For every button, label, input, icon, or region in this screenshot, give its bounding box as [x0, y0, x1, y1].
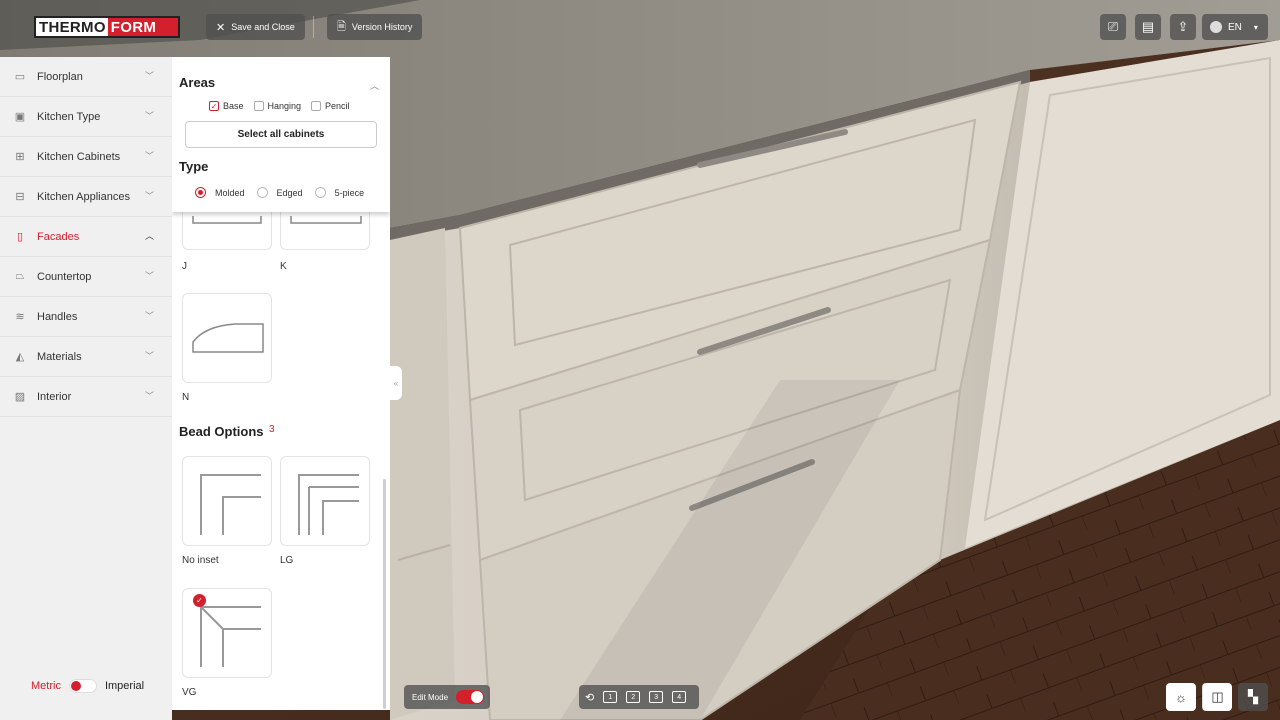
radio-selected-icon — [195, 187, 206, 198]
toggle-knob — [70, 681, 81, 691]
sidebar-item-facades[interactable]: ▯ Facades ︿ — [0, 217, 172, 257]
areas-checkboxes: ✓ Base Hanging Pencil — [209, 101, 350, 111]
profile-tile-n[interactable] — [182, 293, 272, 383]
version-history-button[interactable]: 🗎 Version History — [327, 14, 423, 40]
chevron-down-icon: ﹀ — [144, 351, 154, 361]
floorplan-icon: ▭ — [14, 71, 26, 83]
language-selector[interactable]: EN ▾ — [1202, 14, 1268, 40]
thermoform-logo: THERMO FORM — [34, 16, 180, 38]
camera-icon[interactable]: ⎚ — [1100, 14, 1126, 40]
view-button-4[interactable]: 4 — [672, 691, 687, 703]
toolbar-divider — [313, 16, 314, 38]
chevron-down-icon: ﹀ — [144, 391, 154, 401]
kitchen-type-icon: ▣ — [14, 111, 26, 123]
radio-edged[interactable]: Edged — [256, 187, 303, 198]
checkbox-hanging[interactable]: Hanging — [253, 101, 301, 111]
orbit-icon[interactable]: ⟲ — [585, 691, 594, 704]
materials-icon: ◭ — [15, 351, 25, 363]
handles-icon: ≋ — [15, 311, 25, 323]
checkbox-empty-icon — [253, 101, 264, 111]
view-button-3[interactable]: 3 — [649, 691, 664, 703]
panel-sticky-header: Areas ︿ ✓ Base Hanging Pencil Select all… — [172, 57, 390, 212]
radio-empty-icon — [314, 187, 326, 198]
appliances-icon: ⊟ — [15, 191, 25, 203]
profile-n-thumbnail — [192, 323, 264, 353]
view-button-2[interactable]: 2 — [626, 691, 641, 703]
history-icon: 🗎 — [337, 20, 346, 33]
switch-knob — [471, 691, 484, 703]
bead-tile-lg[interactable] — [280, 456, 370, 546]
chevron-up-icon[interactable]: ︿ — [370, 79, 379, 92]
bead-options-title: Bead Options — [179, 424, 264, 439]
view-switcher: ⟲ 1 2 3 4 — [579, 685, 699, 709]
profile-label-j: J — [182, 261, 187, 272]
cabinets-icon: ⊞ — [15, 151, 25, 163]
sidebar-item-interior[interactable]: ▨ Interior ﹀ — [0, 377, 172, 417]
chevron-down-icon: ﹀ — [144, 271, 154, 281]
sidebar-item-floorplan[interactable]: ▭ Floorplan ﹀ — [0, 57, 172, 97]
bead-options-count-badge: 3 — [269, 424, 275, 435]
chevron-down-icon: ▾ — [1253, 22, 1258, 32]
facade-options-panel: J K N Bead Options 3 No inset LG ✓ VG Ar… — [172, 57, 390, 710]
close-icon: ✕ — [216, 21, 226, 34]
sidebar-item-handles[interactable]: ≋ Handles ﹀ — [0, 297, 172, 337]
areas-title: Areas — [179, 75, 216, 90]
chevron-down-icon: ﹀ — [144, 111, 154, 121]
sidebar: ▭ Floorplan ﹀ ▣ Kitchen Type ﹀ ⊞ Kitchen… — [0, 57, 172, 720]
units-toggle-group: Metric Imperial — [31, 679, 144, 693]
radio-empty-icon — [256, 187, 268, 198]
chevron-down-icon: ﹀ — [144, 71, 154, 81]
bead-no-inset-thumbnail — [200, 474, 261, 535]
edit-mode-toggle-group: Edit Mode — [404, 685, 490, 709]
bead-label-no-inset: No inset — [182, 555, 219, 566]
metric-label[interactable]: Metric — [31, 680, 61, 692]
3d-view-icon[interactable]: ◫ — [1202, 683, 1232, 711]
panel-scrollbar[interactable] — [383, 479, 386, 709]
globe-icon — [1210, 21, 1222, 33]
profile-label-k: K — [280, 261, 287, 272]
imperial-label[interactable]: Imperial — [105, 680, 144, 692]
lighting-icon[interactable]: ☼ — [1166, 683, 1196, 711]
select-all-cabinets-button[interactable]: Select all cabinets — [185, 121, 377, 148]
chevron-up-icon: ︿ — [144, 231, 154, 241]
upload-icon[interactable]: ⇪ — [1170, 14, 1196, 40]
sidebar-item-kitchen-type[interactable]: ▣ Kitchen Type ﹀ — [0, 97, 172, 137]
radio-molded[interactable]: Molded — [195, 187, 245, 198]
units-toggle[interactable] — [68, 679, 97, 693]
type-radio-group: Molded Edged 5-piece — [195, 187, 364, 198]
checkbox-base[interactable]: ✓ Base — [209, 101, 244, 111]
countertop-icon: ⏢ — [15, 270, 25, 282]
facades-icon: ▯ — [16, 231, 24, 243]
view-button-1[interactable]: 1 — [603, 691, 618, 703]
type-title: Type — [179, 159, 209, 174]
bead-label-vg: VG — [182, 687, 197, 698]
save-and-close-button[interactable]: ✕ Save and Close — [206, 14, 305, 40]
floorplan-view-icon[interactable]: ▚ — [1238, 683, 1268, 711]
edit-mode-switch[interactable] — [456, 690, 485, 704]
bead-tile-no-inset[interactable] — [182, 456, 272, 546]
chevron-down-icon: ﹀ — [144, 311, 154, 321]
checkbox-empty-icon — [311, 101, 322, 111]
bead-lg-thumbnail — [298, 474, 359, 535]
checkbox-pencil[interactable]: Pencil — [311, 101, 350, 111]
chevron-down-icon: ﹀ — [144, 151, 154, 161]
clapper-icon[interactable]: ▤ — [1135, 14, 1161, 40]
sidebar-item-materials[interactable]: ◭ Materials ﹀ — [0, 337, 172, 377]
radio-5-piece[interactable]: 5-piece — [314, 187, 364, 198]
chevron-down-icon: ﹀ — [144, 191, 154, 201]
bead-tile-vg[interactable]: ✓ — [182, 588, 272, 678]
profile-label-n: N — [182, 392, 190, 403]
sidebar-item-kitchen-appliances[interactable]: ⊟ Kitchen Appliances ﹀ — [0, 177, 172, 217]
selected-check-icon: ✓ — [193, 594, 206, 607]
panel-collapse-handle[interactable]: « — [390, 366, 402, 400]
bead-label-lg: LG — [280, 555, 294, 566]
sidebar-item-kitchen-cabinets[interactable]: ⊞ Kitchen Cabinets ﹀ — [0, 137, 172, 177]
interior-icon: ▨ — [14, 391, 26, 403]
checkbox-checked-icon: ✓ — [209, 101, 219, 111]
sidebar-item-countertop[interactable]: ⏢ Countertop ﹀ — [0, 257, 172, 297]
